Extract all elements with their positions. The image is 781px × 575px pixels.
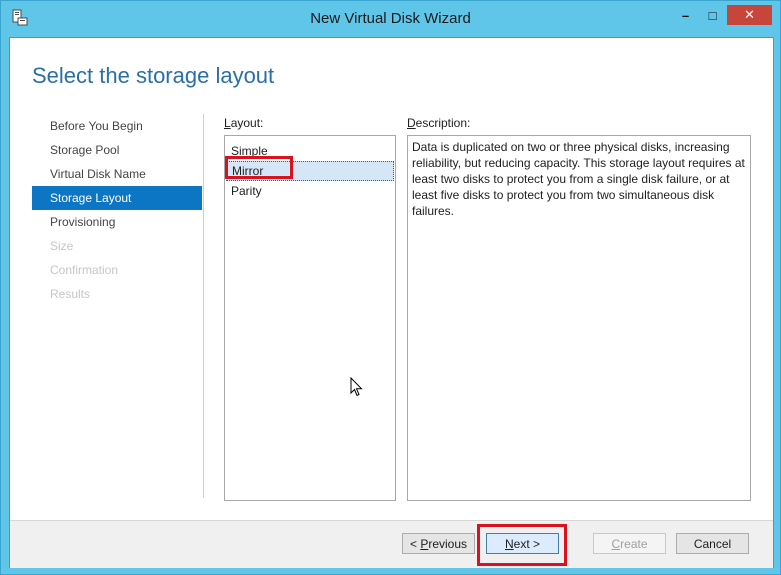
cancel-button[interactable]: Cancel [676, 533, 749, 554]
create-button-label: reate [620, 536, 648, 551]
previous-button-arrow: < [409, 536, 421, 551]
layout-option-parity[interactable]: Parity [225, 181, 395, 201]
previous-button[interactable]: < Previous [402, 533, 475, 554]
create-button-mnemonic: C [611, 536, 621, 551]
nav-item-storage-layout[interactable]: Storage Layout [32, 186, 202, 210]
page-title: Select the storage layout [32, 63, 275, 88]
nav-item-storage-pool[interactable]: Storage Pool [32, 138, 202, 162]
layout-option-mirror[interactable]: Mirror [226, 161, 394, 181]
description-label-text: escription: [415, 116, 471, 130]
nav-item-provisioning[interactable]: Provisioning [32, 210, 202, 234]
maximize-button[interactable]: □ [699, 5, 726, 25]
layout-label-mnemonic: L [224, 116, 231, 130]
nav-item-virtual-disk-name[interactable]: Virtual Disk Name [32, 162, 202, 186]
minimize-icon: – [681, 7, 690, 23]
wizard-content: Select the storage layout Before You Beg… [9, 37, 774, 568]
wizard-window: New Virtual Disk Wizard – □ ✕ Select the… [0, 0, 781, 575]
window-title: New Virtual Disk Wizard [310, 10, 471, 27]
next-button[interactable]: Next > [486, 533, 559, 554]
nav-item-confirmation: Confirmation [50, 263, 119, 277]
previous-button-mnemonic: P [420, 536, 429, 551]
description-text: Data is duplicated on two or three physi… [412, 140, 745, 218]
create-button: Create [593, 533, 666, 554]
nav-item-results: Results [50, 287, 91, 301]
nav-item-before-you-begin[interactable]: Before You Begin [32, 114, 202, 138]
cancel-button-label: Cancel [693, 536, 732, 551]
nav-divider [203, 114, 204, 498]
nav-item-size: Size [50, 239, 74, 253]
layout-label: Layout: [224, 116, 263, 130]
maximize-icon: □ [708, 7, 717, 23]
description-label-mnemonic: D [407, 116, 416, 130]
layout-label-text: ayout: [230, 116, 264, 130]
title-bar[interactable]: New Virtual Disk Wizard – □ ✕ [1, 1, 780, 37]
close-button[interactable]: ✕ [727, 5, 772, 25]
minimize-button[interactable]: – [672, 5, 699, 25]
next-button-mnemonic: N [504, 536, 514, 551]
layout-listbox[interactable]: Simple Mirror Parity [224, 135, 396, 501]
next-button-label: ext > [513, 536, 541, 551]
description-box: Data is duplicated on two or three physi… [407, 135, 751, 501]
wizard-footer: < Previous Next > Create Cancel [10, 520, 773, 568]
mouse-pointer-icon [350, 377, 363, 397]
wizard-step-nav: Before You Begin Storage Pool Virtual Di… [32, 114, 202, 306]
description-label: Description: [407, 116, 470, 130]
layout-option-simple[interactable]: Simple [225, 141, 395, 161]
previous-button-label: revious [428, 536, 468, 551]
close-icon: ✕ [744, 7, 755, 22]
